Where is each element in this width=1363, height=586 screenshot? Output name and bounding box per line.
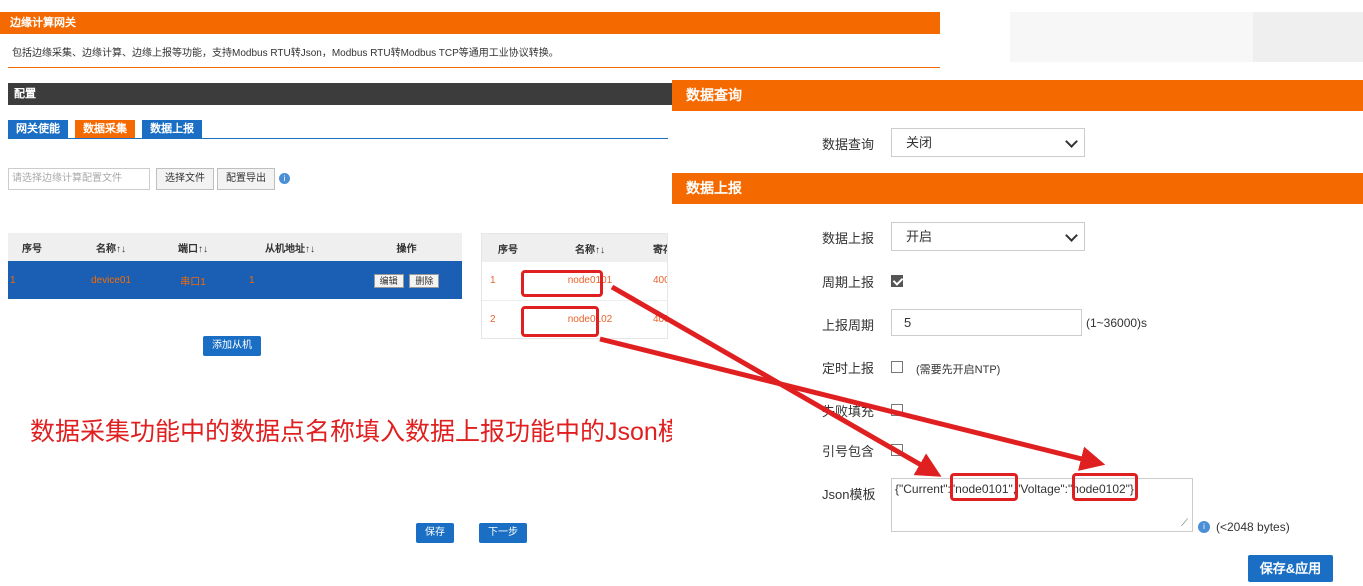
annotation-arrows: [599, 284, 1106, 477]
arrow-node0102: [599, 336, 1106, 471]
